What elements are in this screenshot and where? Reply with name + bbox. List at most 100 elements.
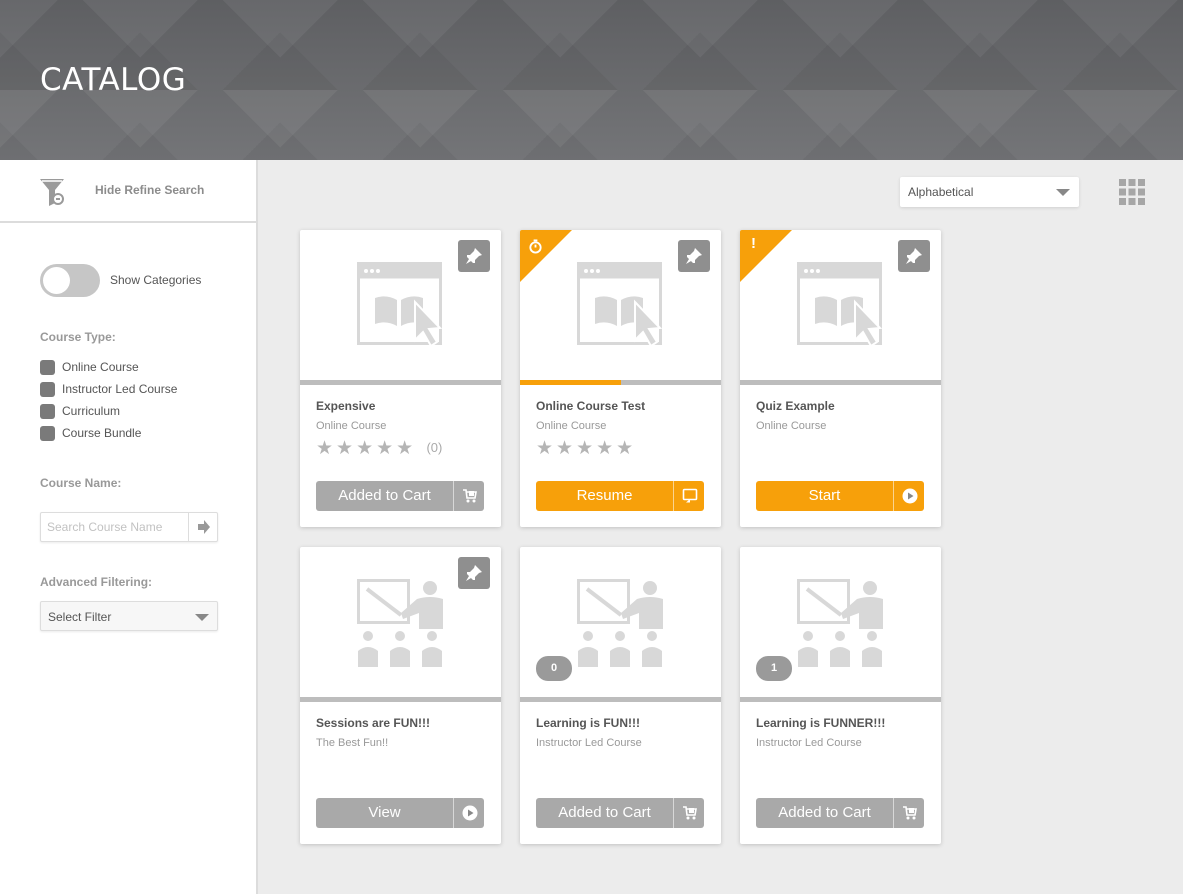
course-card[interactable]: 0 Learning is FUN!!! Instructor Led Cour… — [520, 547, 721, 844]
course-type: Online Course — [536, 420, 607, 432]
sort-order-value: Alphabetical — [908, 185, 974, 199]
pin-button[interactable] — [898, 240, 930, 272]
star-rating[interactable]: ★★★★★ (0) — [316, 437, 442, 460]
course-thumbnail[interactable] — [300, 230, 501, 380]
course-thumbnail[interactable]: 1 — [740, 547, 941, 697]
rating-count: (0) — [426, 440, 443, 455]
checkbox-box[interactable] — [40, 404, 55, 419]
progress-bar — [300, 697, 501, 702]
button-label: Added to Cart — [558, 804, 651, 821]
pin-icon — [464, 246, 484, 266]
timer-icon — [529, 239, 542, 254]
instructor-led-icon — [797, 579, 885, 667]
view-button[interactable]: View — [316, 798, 484, 828]
pin-icon — [464, 563, 484, 583]
advanced-filtering-label: Advanced Filtering: — [40, 575, 153, 589]
session-count-badge: 1 — [756, 656, 792, 681]
instructor-led-icon — [357, 579, 445, 667]
course-title[interactable]: Learning is FUN!!! — [536, 716, 640, 730]
added-to-cart-button[interactable]: Added to Cart — [756, 798, 924, 828]
grid-view-icon[interactable] — [1119, 179, 1145, 205]
stars: ★★★★★ — [316, 438, 417, 459]
course-thumbnail[interactable]: ! — [740, 230, 941, 380]
course-title[interactable]: Learning is FUNNER!!! — [756, 716, 885, 730]
online-course-icon — [797, 262, 885, 348]
resume-icon — [673, 481, 704, 511]
pin-button[interactable] — [458, 240, 490, 272]
instructor-led-icon — [577, 579, 665, 667]
checkbox-label: Curriculum — [62, 404, 121, 418]
button-label: View — [368, 804, 401, 821]
show-categories-label: Show Categories — [110, 273, 202, 287]
star-rating[interactable]: ★★★★★ — [536, 437, 636, 460]
progress-bar — [300, 380, 501, 385]
button-label: Resume — [576, 487, 633, 504]
course-thumbnail[interactable] — [300, 547, 501, 697]
course-type: Online Course — [316, 420, 387, 432]
course-type: Instructor Led Course — [536, 737, 642, 749]
sort-order-select[interactable]: Alphabetical — [900, 177, 1079, 207]
catalog-banner: CATALOG — [0, 0, 1183, 160]
course-title[interactable]: Sessions are FUN!!! — [316, 716, 430, 730]
button-label: Added to Cart — [778, 804, 871, 821]
toggle-knob — [43, 267, 70, 294]
online-course-icon — [357, 262, 445, 348]
play-icon — [893, 481, 924, 511]
course-thumbnail[interactable] — [520, 230, 721, 380]
show-categories-toggle[interactable] — [40, 264, 100, 297]
course-type-label: Course Type: — [40, 330, 116, 344]
button-label: Added to Cart — [338, 487, 431, 504]
hide-refine-search-label: Hide Refine Search — [95, 183, 205, 197]
pin-icon — [904, 246, 924, 266]
course-card[interactable]: Sessions are FUN!!! The Best Fun!! View — [300, 547, 501, 844]
in-progress-corner-badge — [520, 230, 572, 282]
hide-refine-search-button[interactable]: Hide Refine Search — [0, 160, 258, 223]
progress-fill — [520, 380, 621, 385]
pin-button[interactable] — [458, 557, 490, 589]
progress-bar — [740, 697, 941, 702]
checkbox-label: Course Bundle — [62, 426, 142, 440]
resume-button[interactable]: Resume — [536, 481, 704, 511]
course-name-search-input[interactable] — [41, 513, 188, 541]
course-card[interactable]: Online Course Test Online Course ★★★★★ R… — [520, 230, 721, 527]
page-title: CATALOG — [40, 62, 187, 98]
cart-icon — [893, 798, 924, 828]
progress-bar — [520, 697, 721, 702]
course-thumbnail[interactable]: 0 — [520, 547, 721, 697]
added-to-cart-button[interactable]: Added to Cart — [536, 798, 704, 828]
course-title[interactable]: Expensive — [316, 399, 375, 413]
refine-sidebar: Hide Refine Search Show Categories Cours… — [0, 160, 258, 894]
course-type: Instructor Led Course — [756, 737, 862, 749]
cart-icon — [453, 481, 484, 511]
course-name-label: Course Name: — [40, 476, 122, 490]
course-card[interactable]: 1 Learning is FUNNER!!! Instructor Led C… — [740, 547, 941, 844]
chevron-down-icon — [195, 614, 209, 621]
pin-button[interactable] — [678, 240, 710, 272]
course-type: The Best Fun!! — [316, 737, 389, 749]
progress-bar — [520, 380, 721, 385]
course-name-search — [40, 512, 218, 542]
added-to-cart-button[interactable]: Added to Cart — [316, 481, 484, 511]
pin-icon — [684, 246, 704, 266]
course-card[interactable]: Expensive Online Course ★★★★★ (0) Added … — [300, 230, 501, 527]
course-card[interactable]: ! Quiz Example Online Course Start — [740, 230, 941, 527]
cart-icon — [673, 798, 704, 828]
checkbox-box[interactable] — [40, 382, 55, 397]
advanced-filter-value: Select Filter — [48, 610, 112, 624]
progress-bar — [740, 380, 941, 385]
course-type: Online Course — [756, 420, 827, 432]
checkbox-label: Online Course — [62, 360, 139, 374]
play-icon — [453, 798, 484, 828]
checkbox-box[interactable] — [40, 426, 55, 441]
advanced-filter-select[interactable]: Select Filter — [40, 601, 218, 631]
arrow-right-icon — [198, 520, 210, 534]
checkbox-box[interactable] — [40, 360, 55, 375]
online-course-icon — [577, 262, 665, 348]
stars: ★★★★★ — [536, 438, 637, 459]
course-title[interactable]: Quiz Example — [756, 399, 835, 413]
session-count-badge: 0 — [536, 656, 572, 681]
search-submit-button[interactable] — [188, 513, 218, 541]
funnel-icon — [40, 179, 64, 206]
course-title[interactable]: Online Course Test — [536, 399, 645, 413]
start-button[interactable]: Start — [756, 481, 924, 511]
